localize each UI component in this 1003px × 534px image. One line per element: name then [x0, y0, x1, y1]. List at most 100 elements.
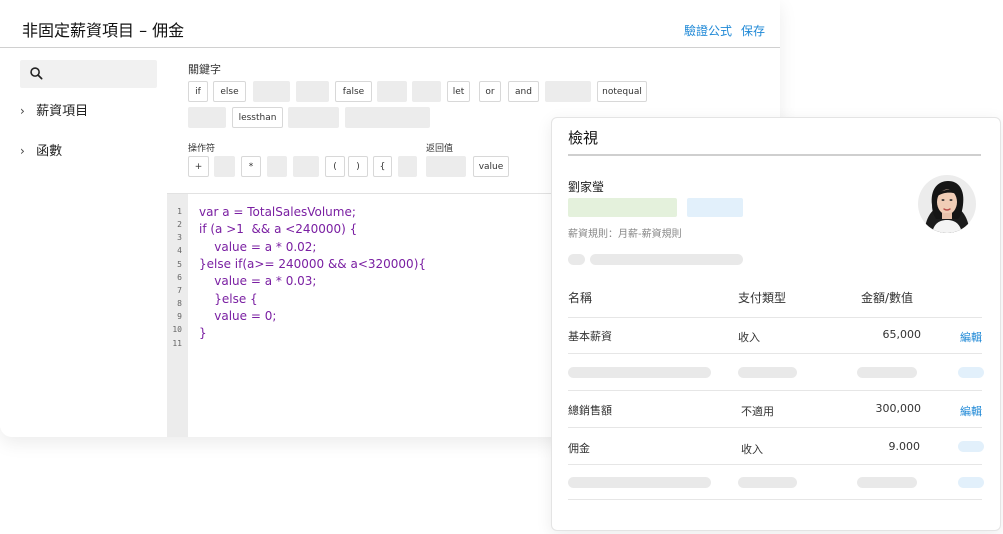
avatar [918, 175, 976, 233]
skeleton-placeholder [857, 367, 917, 378]
operator-chip-placeholder[interactable] [267, 156, 287, 177]
operator-chip-open-paren[interactable]: ( [325, 156, 345, 177]
row-name: 總銷售額 [568, 404, 612, 417]
keyword-chip-placeholder[interactable] [188, 107, 226, 128]
keywords-label: 關鍵字 [188, 63, 221, 76]
tag-placeholder [687, 198, 743, 217]
code-line: } [199, 326, 207, 340]
row-divider [568, 353, 982, 354]
keyword-chip-or[interactable]: or [479, 81, 501, 102]
verify-formula-button[interactable]: 驗證公式 [684, 22, 732, 39]
keyword-chip-notequal[interactable]: notequal [597, 81, 647, 102]
return-value-label: 返回值 [426, 144, 454, 154]
line-number: 11 [172, 339, 182, 348]
skeleton-placeholder [958, 441, 984, 452]
skeleton-placeholder [590, 254, 743, 265]
editor-header: 非固定薪資項目 – 佣金 驗證公式 保存 [0, 0, 780, 48]
row-divider [568, 427, 982, 428]
keyword-chip-else[interactable]: else [213, 81, 246, 102]
search-icon [30, 67, 43, 80]
keyword-chip-placeholder[interactable] [545, 81, 591, 102]
skeleton-placeholder [568, 367, 711, 378]
keyword-chip-placeholder[interactable] [288, 107, 339, 128]
row-divider [568, 464, 982, 465]
line-number: 6 [177, 273, 182, 282]
line-number: 7 [177, 286, 182, 295]
preview-card: 檢視 劉家瑩 薪資規則：月薪-薪資規則 名稱 支付類型 金額/數值 基本薪資 收… [551, 117, 1001, 531]
code-line: if (a >1 && a <240000) { [199, 222, 358, 236]
keyword-chip-placeholder[interactable] [345, 107, 430, 128]
edit-link[interactable]: 編輯 [960, 329, 982, 345]
line-number: 3 [177, 233, 182, 242]
sidebar: › 薪資項目 › 函數 [0, 48, 167, 437]
search-input[interactable] [20, 60, 157, 88]
skeleton-placeholder [738, 477, 797, 488]
row-name: 基本薪資 [568, 330, 612, 343]
divider [568, 154, 981, 156]
row-divider [568, 499, 982, 500]
skeleton-placeholder [857, 477, 917, 488]
line-number: 10 [172, 325, 182, 334]
operator-chip-close-paren[interactable]: ) [348, 156, 368, 177]
keyword-chip-placeholder[interactable] [412, 81, 441, 102]
row-pay-type: 收入 [738, 331, 760, 344]
row-pay-type: 收入 [741, 443, 763, 456]
keyword-chip-placeholder[interactable] [253, 81, 290, 102]
operator-chip-placeholder[interactable] [293, 156, 319, 177]
operator-chip-placeholder[interactable] [398, 156, 417, 177]
salary-rule-text: 薪資規則：月薪-薪資規則 [568, 229, 682, 240]
keyword-chip-placeholder[interactable] [296, 81, 329, 102]
return-chip-value[interactable]: value [473, 156, 509, 177]
row-divider [568, 390, 982, 391]
code-line: value = a * 0.03; [199, 274, 317, 288]
line-number: 4 [177, 246, 182, 255]
edit-link[interactable]: 編輯 [960, 403, 982, 419]
line-number: 5 [177, 260, 182, 269]
skeleton-placeholder [958, 367, 984, 378]
line-number: 1 [177, 207, 182, 216]
sidebar-item-salary-items[interactable]: › 薪資項目 [20, 100, 88, 119]
preview-title: 檢視 [568, 129, 599, 147]
skeleton-placeholder [958, 477, 984, 488]
sidebar-item-label: 函數 [36, 144, 63, 159]
code-line: }else { [199, 292, 258, 306]
row-pay-type: 不適用 [741, 405, 774, 418]
return-chip-placeholder[interactable] [426, 156, 466, 177]
column-header-amount: 金額/數值 [861, 291, 914, 305]
line-number: 8 [177, 299, 182, 308]
tag-placeholder [568, 198, 677, 217]
keyword-chip-lessthan[interactable]: lessthan [232, 107, 283, 128]
skeleton-placeholder [568, 254, 585, 265]
keyword-chip-if[interactable]: if [188, 81, 208, 102]
row-divider [568, 317, 982, 318]
line-number: 9 [177, 312, 182, 321]
skeleton-placeholder [738, 367, 797, 378]
operator-chip-plus[interactable]: + [188, 156, 209, 177]
code-line: value = 0; [199, 309, 277, 323]
employee-name: 劉家瑩 [568, 180, 605, 194]
code-line: value = a * 0.02; [199, 240, 317, 254]
operator-chip-open-brace[interactable]: { [373, 156, 392, 177]
code-line: var a = TotalSalesVolume; [199, 205, 356, 219]
row-amount: 9.000 [888, 440, 921, 453]
save-button[interactable]: 保存 [741, 22, 765, 39]
chevron-right-icon: › [20, 104, 25, 118]
skeleton-placeholder [568, 477, 711, 488]
chevron-right-icon: › [20, 144, 25, 158]
code-line: }else if(a>= 240000 && a<320000){ [199, 257, 427, 271]
row-amount: 300,000 [875, 402, 922, 415]
avatar-image [918, 175, 976, 233]
column-header-pay-type: 支付類型 [738, 291, 787, 305]
row-name: 佣金 [568, 442, 590, 455]
keyword-chip-let[interactable]: let [447, 81, 470, 102]
line-number-gutter: 1 2 3 4 5 6 7 8 9 10 11 [167, 194, 188, 437]
editor-title: 非固定薪資項目 – 佣金 [22, 21, 185, 40]
row-amount: 65,000 [882, 328, 922, 341]
operator-chip-placeholder[interactable] [214, 156, 235, 177]
sidebar-item-label: 薪資項目 [36, 104, 89, 119]
keyword-chip-false[interactable]: false [335, 81, 372, 102]
keyword-chip-placeholder[interactable] [377, 81, 407, 102]
sidebar-item-functions[interactable]: › 函數 [20, 140, 62, 159]
keyword-chip-and[interactable]: and [508, 81, 539, 102]
operator-chip-multiply[interactable]: * [241, 156, 261, 177]
